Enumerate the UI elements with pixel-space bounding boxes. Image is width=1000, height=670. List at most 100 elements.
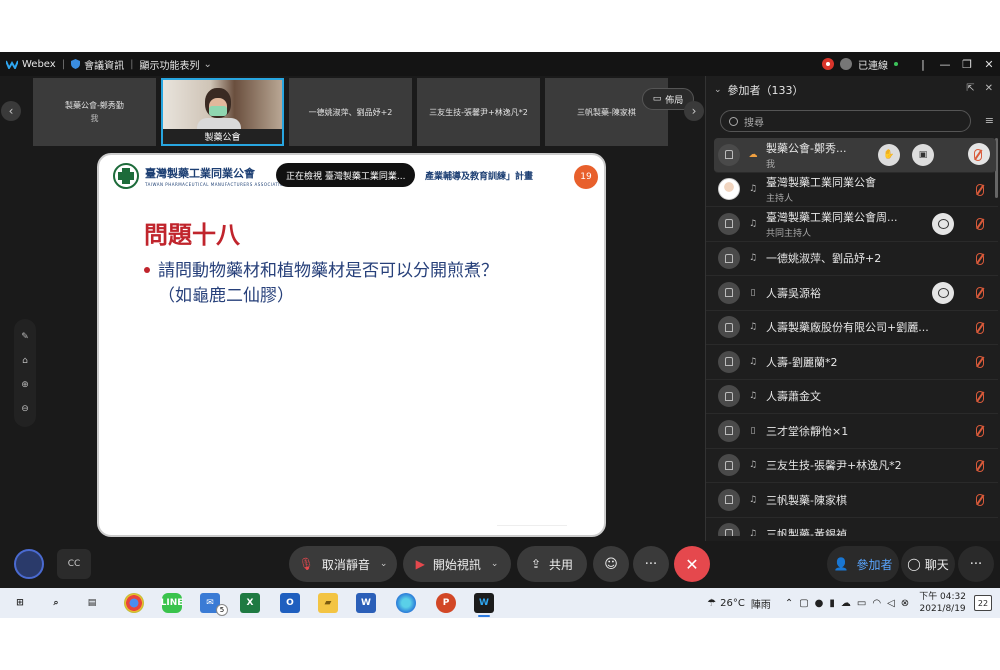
chevron-up-icon[interactable]: ⌃	[785, 598, 793, 609]
more-options-button[interactable]: ···	[633, 546, 669, 582]
person-icon	[725, 322, 733, 332]
minimize-icon[interactable]: —	[934, 58, 956, 71]
person-icon	[725, 529, 733, 536]
chat-bubble-icon[interactable]	[932, 282, 954, 304]
share-label: 共用	[549, 557, 574, 572]
chevron-down-icon[interactable]: ⌄	[380, 559, 388, 569]
search-icon[interactable]: ⌕	[46, 593, 66, 613]
avatar	[718, 385, 740, 408]
popout-icon[interactable]: ⇱	[966, 83, 974, 94]
assistant-bot-icon[interactable]	[14, 549, 44, 579]
show-menu-bar-button[interactable]: 顯示功能表列 ⌄	[139, 57, 211, 72]
slide-plan-text: 產業輔導及教育訓練」計畫	[425, 172, 534, 182]
participant-row[interactable]: ♫ 三友生技-張馨尹+林逸凡*2	[706, 449, 998, 483]
video-toggle-button[interactable]: ▣	[912, 144, 934, 166]
powerpoint-icon[interactable]: P	[436, 593, 456, 613]
chevron-down-icon[interactable]: ⌄	[491, 559, 499, 569]
viewing-share-pill[interactable]: 正在檢視 臺灣製藥工業同業...	[276, 163, 416, 187]
participant-search-input[interactable]: 搜尋	[720, 110, 971, 132]
close-icon[interactable]: ✕	[978, 58, 1000, 71]
slide-page-number: 19	[574, 165, 598, 189]
mic-icon[interactable]: ▮	[829, 598, 835, 609]
meeting-info-button[interactable]: 會議資訊	[71, 57, 124, 72]
edge-icon[interactable]	[396, 593, 416, 613]
word-icon[interactable]: W	[356, 593, 376, 613]
association-name: 臺灣製藥工業同業公會	[145, 167, 255, 180]
pointer-icon[interactable]: ⌂	[22, 356, 28, 366]
participants-panel: ⌄ 參加者（133） ⇱ ✕ 搜尋 ≡ ☁ 製藥公會-鄭秀... 我 ✋ ▣ ♫…	[705, 76, 1000, 541]
participant-row[interactable]: ♫ 臺灣製藥工業同業公會周... 共同主持人	[706, 207, 998, 242]
tray-app-icon[interactable]: ●	[815, 598, 824, 609]
participant-row[interactable]: ♫ 臺灣製藥工業同業公會 主持人	[706, 173, 998, 207]
excel-icon[interactable]: X	[240, 593, 260, 613]
ime-icon[interactable]: ⊗	[901, 598, 909, 609]
recording-icon[interactable]	[822, 58, 834, 70]
participants-button[interactable]: 👤 參加者	[827, 546, 899, 582]
annotate-icon[interactable]: ✎	[21, 332, 29, 342]
network-icon[interactable]: ▭	[857, 598, 866, 609]
zoom-out-icon[interactable]: ⊖	[21, 404, 29, 414]
reactions-button[interactable]: ☺	[593, 546, 629, 582]
zoom-in-icon[interactable]: ⊕	[21, 380, 29, 390]
close-panel-icon[interactable]: ✕	[985, 83, 993, 94]
restore-icon[interactable]: ❐	[956, 58, 978, 71]
avatar	[718, 178, 740, 201]
sort-icon[interactable]: ≡	[985, 114, 994, 127]
chrome-icon[interactable]	[124, 593, 144, 613]
panel-more-button[interactable]: ···	[958, 546, 994, 582]
task-view-icon[interactable]: ▤	[82, 593, 102, 613]
file-explorer-icon[interactable]: ▰	[318, 593, 338, 613]
clock[interactable]: 下午 04:32 2021/8/19	[919, 591, 966, 615]
chat-button[interactable]: ◯ 聊天	[901, 546, 955, 582]
strip-next-button[interactable]: ›	[684, 101, 704, 121]
video-tile[interactable]: 一德姚淑萍、劉品妤+2	[289, 78, 412, 146]
app-name: Webex	[22, 58, 56, 70]
unmute-button[interactable]: 🎙 取消靜音 ⌄	[289, 546, 397, 582]
video-strip: ‹ 製藥公會-鄭秀勤 我 製藥公會 一德姚淑萍、劉品妤+2 三友生技-張馨尹+林…	[0, 76, 705, 151]
participant-row[interactable]: ♫ 三帆製藥-陳家棋	[706, 483, 998, 518]
participant-row[interactable]: ♫ 一德姚淑萍、劉品妤+2	[706, 242, 998, 276]
title-bar: Webex | 會議資訊 | 顯示功能表列 ⌄ 已連線 | — ❐ ✕	[0, 52, 1000, 76]
mic-muted-icon	[974, 149, 982, 161]
show-menu-label: 顯示功能表列	[139, 60, 200, 72]
association-name-en: TAIWAN PHARMACEUTICAL MANUFACTURERS ASSO…	[145, 182, 288, 187]
chat-bubble-icon[interactable]	[932, 213, 954, 235]
video-tile[interactable]: 三友生技-張馨尹+林逸凡*2	[417, 78, 540, 146]
collapse-chevron-icon[interactable]: ⌄	[714, 85, 722, 95]
start-video-button[interactable]: ▶ 開始視訊 ⌄	[403, 546, 511, 582]
onedrive-icon[interactable]: ☁	[841, 598, 851, 609]
outlook-icon[interactable]: O	[280, 593, 300, 613]
participant-name: 人壽蕭金文	[766, 390, 821, 404]
participant-name: 三帆製藥-黃錫禎	[766, 527, 847, 536]
person-icon	[725, 460, 733, 470]
video-tile[interactable]: 製藥公會-鄭秀勤 我	[33, 78, 156, 146]
avatar	[718, 212, 740, 235]
participant-row[interactable]: ♫ 人壽製藥廠股份有限公司+劉麗...	[706, 311, 998, 345]
mail-badge: 5	[216, 604, 228, 616]
participant-row[interactable]: ▯ 三才堂徐靜怡×1	[706, 414, 998, 449]
participant-row[interactable]: ♫ 人壽蕭金文	[706, 380, 998, 414]
mic-muted-icon	[976, 218, 984, 230]
strip-prev-button[interactable]: ‹	[1, 101, 21, 121]
leave-meeting-button[interactable]: ✕	[674, 546, 710, 582]
share-button[interactable]: ⇪ 共用	[517, 546, 587, 582]
participant-row[interactable]: ♫ 人壽-劉麗蘭*2	[706, 345, 998, 380]
participant-row[interactable]: ▯ 人壽吳源裕	[706, 276, 998, 311]
raise-hand-button[interactable]: ✋	[878, 144, 900, 166]
tray-app-icon[interactable]: ▢	[799, 598, 808, 609]
line-icon[interactable]: LINE	[161, 593, 183, 613]
bullet-icon	[144, 267, 150, 273]
viewing-text: 正在檢視 臺灣製藥工業同業...	[286, 171, 406, 182]
camera-icon: ▣	[918, 150, 928, 160]
participant-row[interactable]: ☁ 製藥公會-鄭秀... 我 ✋ ▣	[714, 138, 996, 173]
participant-row[interactable]: ♫ 三帆製藥-黃錫禎	[706, 518, 998, 536]
layout-label: 佈局	[665, 95, 684, 106]
closed-caption-button[interactable]: CC	[57, 549, 91, 579]
webex-taskbar-icon[interactable]: W	[474, 593, 494, 617]
wifi-icon[interactable]: ◠	[872, 598, 881, 609]
webex-menu[interactable]: Webex	[5, 58, 56, 70]
notification-button[interactable]: 22	[974, 595, 992, 611]
volume-icon[interactable]: ◁	[887, 598, 895, 609]
video-tile-active[interactable]: 製藥公會	[161, 78, 284, 146]
windows-start-icon[interactable]: ⊞	[10, 593, 30, 613]
